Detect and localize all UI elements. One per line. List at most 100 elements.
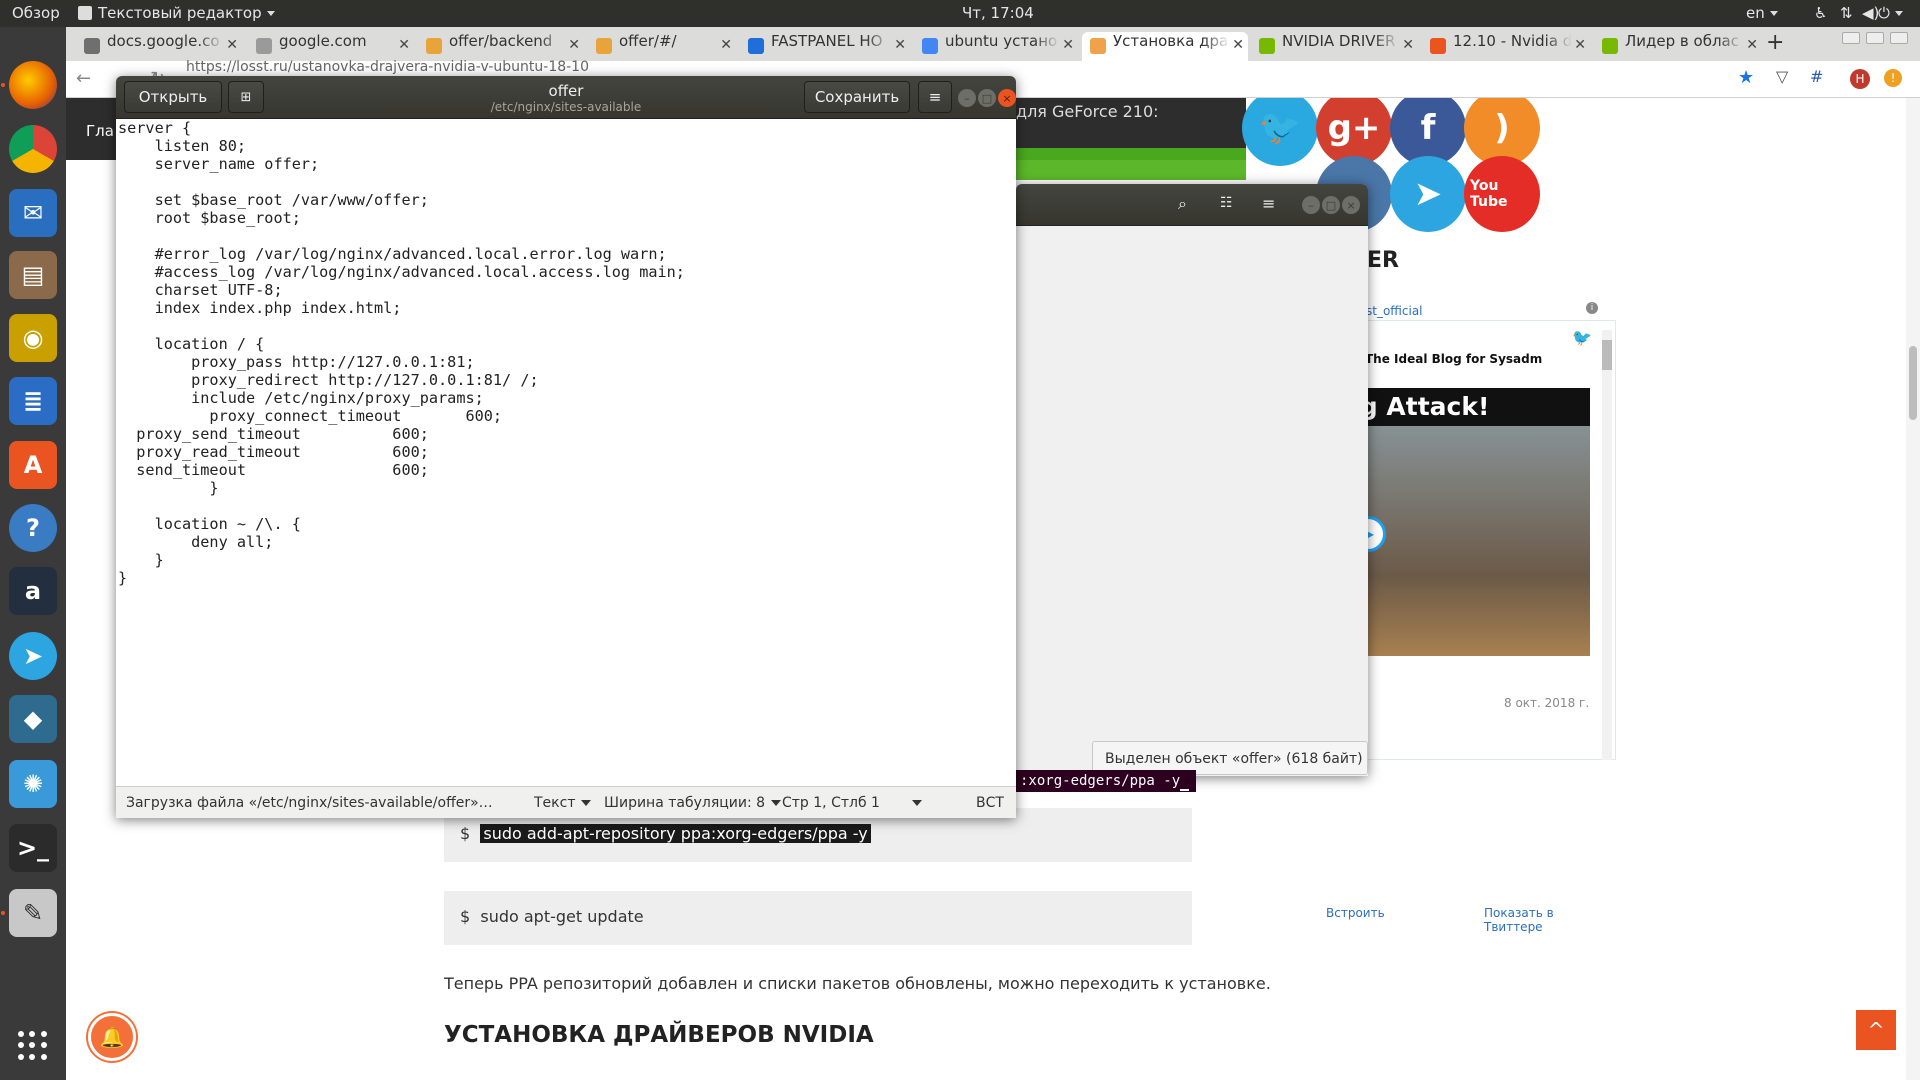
extension-filter-icon[interactable]: ▽ (1776, 67, 1788, 86)
widget-scrollbar[interactable] (1602, 330, 1612, 760)
favicon-icon (256, 38, 272, 54)
tab-width-label: Ширина табуляции: 8 (604, 795, 766, 811)
file-manager-window: ⌕ ☷ ≡ – □ × Выделен объект «offer» (618 … (1016, 184, 1368, 776)
favicon-icon (1090, 38, 1106, 54)
minimize-button[interactable]: – (1302, 196, 1320, 214)
browser-tab[interactable]: Лидер в облас ✕ (1594, 32, 1762, 61)
clock[interactable]: Чт, 17:04 (962, 4, 1034, 22)
dock-mysql-workbench-icon[interactable]: ◆ (9, 695, 57, 743)
syntax-selector-label: Текст (534, 795, 576, 811)
tweet-video-thumbnail[interactable]: ng Attack! ▶ (1342, 388, 1590, 656)
cursor-position[interactable]: Стр 1, Стлб 1 (782, 795, 922, 811)
show-applications-button[interactable] (18, 1031, 48, 1061)
social-rss-icon[interactable]: ) (1466, 98, 1538, 164)
dock-writer-icon[interactable]: ≣ (9, 377, 57, 425)
browser-tab[interactable]: offer/backend ✕ (418, 32, 584, 61)
tab-label: google.com (279, 32, 367, 50)
code-editor[interactable]: server { listen 80; server_name offer; s… (116, 118, 1016, 766)
power-icon[interactable]: ⏻ (1878, 4, 1903, 22)
extension-grid-icon[interactable]: # (1810, 67, 1823, 86)
search-icon[interactable]: ⌕ (1178, 194, 1187, 214)
window-restore-button[interactable] (1866, 32, 1884, 44)
maximize-button[interactable]: □ (1322, 196, 1340, 214)
syntax-selector[interactable]: Текст (534, 795, 592, 811)
maximize-button[interactable]: □ (978, 89, 996, 107)
tab-close-icon[interactable]: ✕ (568, 37, 580, 53)
browser-tab[interactable]: ubuntu устано ✕ (914, 32, 1078, 61)
twitter-handle[interactable]: st_official (1366, 304, 1423, 318)
dock-text-editor-icon[interactable]: ✎ (9, 889, 57, 937)
app-menu[interactable]: Текстовый редактор (78, 4, 275, 22)
tweet-date[interactable]: 8 окт. 2018 г. (1504, 696, 1589, 710)
scroll-to-top-button[interactable]: ^ (1856, 1010, 1896, 1050)
hamburger-menu-button[interactable]: ≡ (918, 81, 952, 113)
profile-avatar[interactable]: Н (1850, 69, 1870, 89)
social-telegram-icon[interactable]: ➤ (1392, 158, 1464, 230)
accessibility-icon[interactable]: ♿ (1814, 4, 1827, 22)
favicon-icon (596, 38, 612, 54)
tab-close-icon[interactable]: ✕ (720, 37, 732, 53)
tab-close-icon[interactable]: ✕ (398, 37, 410, 53)
social-facebook-icon[interactable]: f (1392, 98, 1464, 164)
tab-close-icon[interactable]: ✕ (1746, 37, 1758, 53)
browser-tab[interactable]: 12.10 - Nvidia d ✕ (1422, 32, 1590, 61)
notification-bell-button[interactable]: 🔔 (88, 1013, 136, 1061)
dock-help-icon[interactable]: ? (9, 504, 57, 552)
browser-tab[interactable]: docs.google.co ✕ (76, 32, 242, 61)
dock-amazon-icon[interactable]: a (9, 567, 57, 615)
address-field[interactable]: https://losst.ru/ustanovka-drajvera-nvid… (186, 59, 786, 75)
tab-width-selector[interactable]: Ширина табуляции: 8 (604, 795, 782, 811)
prompt: $ (460, 824, 471, 843)
dock-firefox-icon[interactable] (9, 61, 57, 109)
article-paragraph: Теперь PPA репозиторий добавлен и списки… (444, 974, 1271, 993)
dock-thunderbird-icon[interactable]: ✉ (9, 189, 57, 237)
tab-close-icon[interactable]: ✕ (894, 37, 906, 53)
social-google-plus-icon[interactable]: g+ (1318, 98, 1390, 164)
favicon-icon (84, 38, 100, 54)
menu-icon[interactable]: ≡ (1262, 194, 1275, 213)
info-icon[interactable]: i (1586, 302, 1598, 314)
social-youtube-icon[interactable]: You Tube (1466, 158, 1538, 230)
dock-telegram-icon[interactable]: ➤ (9, 632, 57, 680)
tab-close-icon[interactable]: ✕ (1062, 37, 1074, 53)
close-button[interactable]: × (998, 89, 1016, 107)
bookmark-star-icon[interactable]: ★ (1738, 67, 1754, 88)
minimize-button[interactable]: – (958, 89, 976, 107)
activities-button[interactable]: Обзор (12, 4, 60, 22)
close-button[interactable]: × (1342, 196, 1360, 214)
window-close-button[interactable] (1890, 32, 1908, 44)
show-in-twitter-link[interactable]: Показать в Твиттере (1484, 906, 1616, 934)
network-icon[interactable]: ⇅ (1840, 4, 1853, 22)
tab-close-icon[interactable]: ✕ (1574, 37, 1586, 53)
new-tab-button[interactable]: + (1766, 30, 1784, 55)
dock-software-icon[interactable]: A (9, 441, 57, 489)
chevron-down-icon (911, 800, 922, 806)
tab-close-icon[interactable]: ✕ (1232, 37, 1244, 53)
tab-close-icon[interactable]: ✕ (226, 37, 238, 53)
save-button[interactable]: Сохранить (804, 81, 910, 113)
tab-close-icon[interactable]: ✕ (1402, 37, 1414, 53)
window-minimize-button[interactable] (1842, 32, 1860, 44)
social-twitter-icon[interactable]: 🐦 (1244, 98, 1316, 164)
keyboard-layout[interactable]: en (1746, 4, 1778, 22)
browser-tab[interactable]: NVIDIA DRIVER ✕ (1251, 32, 1418, 61)
code-line: $ sudo add-apt-repository ppa:xorg-edger… (460, 824, 871, 843)
browser-tab[interactable]: offer/#/ ✕ (588, 32, 736, 61)
browser-tab[interactable]: google.com ✕ (248, 32, 414, 61)
embed-link[interactable]: Встроить (1326, 906, 1385, 920)
view-list-icon[interactable]: ☷ (1220, 195, 1233, 211)
page-scrollbar[interactable] (1906, 98, 1920, 1080)
insert-mode[interactable]: ВСТ (976, 795, 1004, 811)
browser-tab[interactable]: Установка дра ✕ (1082, 32, 1248, 61)
editor-header-bar: Открыть ⊞ offer /etc/nginx/sites-availab… (116, 76, 1016, 119)
dock-rhythmbox-icon[interactable]: ◉ (9, 314, 57, 362)
menu-alert-icon[interactable]: ! (1884, 69, 1902, 87)
back-arrow-icon[interactable]: ← (76, 68, 91, 89)
dock-settings-app-icon[interactable]: ✺ (9, 760, 57, 808)
volume-icon[interactable]: ◀) (1862, 4, 1879, 22)
dock-chrome-icon[interactable] (9, 125, 57, 173)
dock-files-icon[interactable]: ▤ (9, 251, 57, 299)
browser-tab[interactable]: FASTPANEL HO ✕ (740, 32, 910, 61)
dock-terminal-icon[interactable]: >_ (9, 824, 57, 872)
nav-home-link[interactable]: Гла (86, 122, 114, 140)
